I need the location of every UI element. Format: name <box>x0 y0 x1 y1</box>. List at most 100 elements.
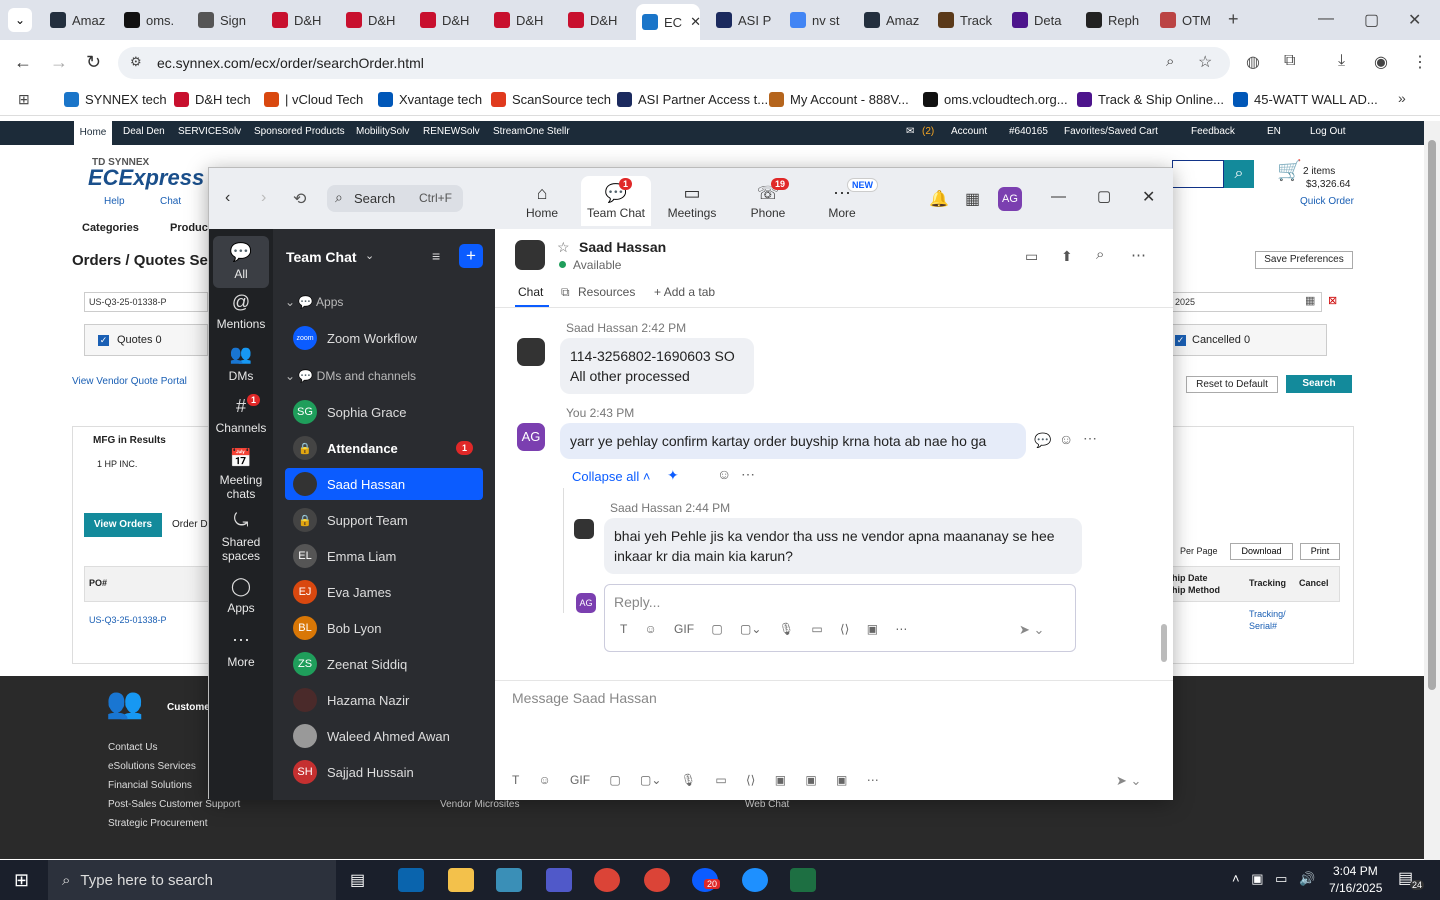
browser-tab[interactable]: oms. <box>118 6 182 34</box>
mfg-item[interactable]: 1 HP INC. <box>97 459 137 469</box>
zoom-forward-icon[interactable]: › <box>261 189 266 207</box>
clear-date-icon[interactable]: ⊠ <box>1328 294 1337 307</box>
rail-channels[interactable]: # Channels 1 <box>213 394 269 442</box>
reply-box[interactable] <box>604 584 1076 652</box>
menu-icon[interactable]: ⋮ <box>1412 52 1428 72</box>
message-bubble[interactable]: 114-3256802-1690603 SO All other processe… <box>560 338 754 394</box>
reply-thread-icon[interactable]: 💬 <box>1034 432 1051 449</box>
cart-icon[interactable]: 🛒 <box>1277 158 1302 183</box>
user-avatar[interactable]: AG <box>998 187 1022 211</box>
footer-link[interactable]: Financial Solutions <box>108 780 192 791</box>
zoom-tab-phone[interactable]: ☏ Phone 19 <box>733 176 803 226</box>
browser-tab[interactable]: Track <box>932 6 996 34</box>
task-view-icon[interactable]: ▤ <box>350 870 365 890</box>
nav-servicesolv[interactable]: SERVICESolv <box>178 126 241 137</box>
chat-search-icon[interactable]: ⌕ <box>1096 246 1104 263</box>
rail-dms[interactable]: 👥 DMs <box>213 342 269 390</box>
row-tracking-link[interactable]: Tracking/ Serial# <box>1249 608 1286 632</box>
ai-sparkle-icon[interactable]: ✦ <box>667 467 679 484</box>
help-link[interactable]: Help <box>104 196 125 207</box>
bookmark-item[interactable]: ScanSource tech <box>491 92 611 107</box>
bookmark-star-icon[interactable]: ☆ <box>1198 52 1212 72</box>
nav-language[interactable]: EN <box>1267 126 1281 137</box>
browser-tab[interactable]: D&H <box>488 6 552 34</box>
mail-count[interactable]: (2) <box>922 126 934 137</box>
browser-tab[interactable]: ASI P <box>710 6 774 34</box>
chrome-icon[interactable] <box>594 868 620 892</box>
calendar-icon[interactable]: ▦ <box>965 189 980 209</box>
download-icon[interactable]: ⤓ <box>1338 52 1345 70</box>
teams-icon[interactable] <box>546 868 572 892</box>
reset-default-button[interactable]: Reset to Default <box>1186 376 1278 393</box>
nav-account[interactable]: Account <box>951 126 987 137</box>
zoom-back-icon[interactable]: ‹ <box>225 189 230 207</box>
bookmark-item[interactable]: Track & Ship Online... <box>1077 92 1224 107</box>
clock-date[interactable]: 7/16/2025 <box>1329 881 1382 895</box>
maximize-icon[interactable]: ▢ <box>1364 10 1379 30</box>
outlook-icon[interactable] <box>398 868 424 892</box>
bookmark-item[interactable]: My Account - 888V... <box>769 92 909 107</box>
bookmark-item[interactable]: SYNNEX tech <box>64 92 167 107</box>
products-menu[interactable]: Product <box>170 222 212 234</box>
quotes-checkbox[interactable]: ✓ <box>98 335 109 346</box>
send-icon[interactable]: ➤ ⌄ <box>1116 773 1141 789</box>
favorite-star-icon[interactable]: ☆ <box>557 239 570 256</box>
contact-avatar[interactable] <box>515 240 545 270</box>
collapse-all-link[interactable]: Collapse all ˄ <box>572 469 650 484</box>
browser-tab[interactable]: Sign <box>192 6 256 34</box>
chat-list-item[interactable]: 🔒 Support Team <box>285 504 483 536</box>
print-button[interactable]: Print <box>1300 543 1340 560</box>
reply-bubble[interactable]: bhai yeh Pehle jis ka vendor tha uss ne … <box>604 518 1082 574</box>
nav-streamone[interactable]: StreamOne Stellr <box>493 126 570 137</box>
chat-list-item[interactable]: zoom Zoom Workflow <box>285 322 483 354</box>
chat-link[interactable]: Chat <box>160 196 181 207</box>
chat-list-item[interactable]: 🔒 Attendance 1 <box>285 432 483 464</box>
chat-list-item[interactable]: ZS Zeenat Siddiq <box>285 648 483 680</box>
zoom-tab-more[interactable]: ⋯ More NEW <box>807 176 878 226</box>
chat-list-item[interactable]: EJ Eva James <box>285 576 483 608</box>
zoom-tab-meetings[interactable]: ▭ Meetings <box>657 176 727 226</box>
reload-icon[interactable]: ↻ <box>86 52 101 73</box>
new-chat-button[interactable]: + <box>459 244 483 268</box>
web-chat-link[interactable]: Web Chat <box>745 799 789 810</box>
browser-tab[interactable]: D&H <box>266 6 330 34</box>
rail-meeting-chats[interactable]: 📅 Meeting chats <box>213 446 269 501</box>
nav-sponsored[interactable]: Sponsored Products <box>254 126 345 137</box>
browser-tab[interactable]: D&H <box>562 6 626 34</box>
browser-tab[interactable]: D&H <box>340 6 404 34</box>
tab-chat[interactable]: Chat <box>518 285 543 299</box>
chrome-icon[interactable] <box>644 868 670 892</box>
download-button[interactable]: Download <box>1230 543 1293 560</box>
chat-list-item[interactable]: Waleed Ahmed Awan <box>285 720 483 752</box>
tray-icons[interactable]: ˄ ▣ ▭ 🔊 <box>1232 871 1315 887</box>
add-tab-link[interactable]: + Add a tab <box>654 285 715 299</box>
message-bubble[interactable]: yarr ye pehlay confirm kartay order buys… <box>560 423 1026 459</box>
bookmark-item[interactable]: oms.vcloudtech.org... <box>923 92 1068 107</box>
forward-icon[interactable]: → <box>50 52 68 73</box>
chat-list-item[interactable]: Hazama Nazir <box>285 684 483 716</box>
calendar-icon[interactable]: ▦ <box>1305 294 1315 307</box>
emoji-react-icon[interactable]: ☺ <box>1059 431 1073 447</box>
file-explorer-icon[interactable] <box>448 868 474 892</box>
bookmark-item[interactable]: D&H tech <box>174 92 251 107</box>
col-po[interactable]: PO# <box>89 578 107 588</box>
reply-send-icon[interactable]: ➤ ⌄ <box>1019 622 1044 638</box>
chat-list-item[interactable]: SG Sophia Grace <box>285 396 483 428</box>
scrollbar-thumb[interactable] <box>1428 140 1436 690</box>
site-search-input[interactable] <box>1172 160 1224 188</box>
nav-home[interactable]: Home <box>74 121 112 145</box>
order-search-input[interactable]: US-Q3-25-01338-P <box>84 292 208 312</box>
tab-resources[interactable]: Resources <box>578 285 635 299</box>
browser-tab[interactable]: Reph <box>1080 6 1144 34</box>
profile-icon[interactable]: ◉ <box>1374 52 1388 72</box>
date-input[interactable]: 2025 <box>1172 292 1322 312</box>
browser-tab[interactable]: Amaz <box>44 6 108 34</box>
close-icon[interactable]: ✕ <box>1408 10 1421 30</box>
zoom-close-icon[interactable]: ✕ <box>1142 187 1155 207</box>
bookmark-item[interactable]: ASI Partner Access t... <box>617 92 768 107</box>
zoom-minimize-icon[interactable]: — <box>1051 188 1066 205</box>
panel-title[interactable]: Team Chat <box>286 249 357 265</box>
zoom-icon[interactable]: ⌕ <box>1166 53 1174 70</box>
filter-icon[interactable]: ≡ <box>432 248 440 264</box>
url-text[interactable]: ec.synnex.com/ecx/order/searchOrder.html <box>157 55 424 71</box>
